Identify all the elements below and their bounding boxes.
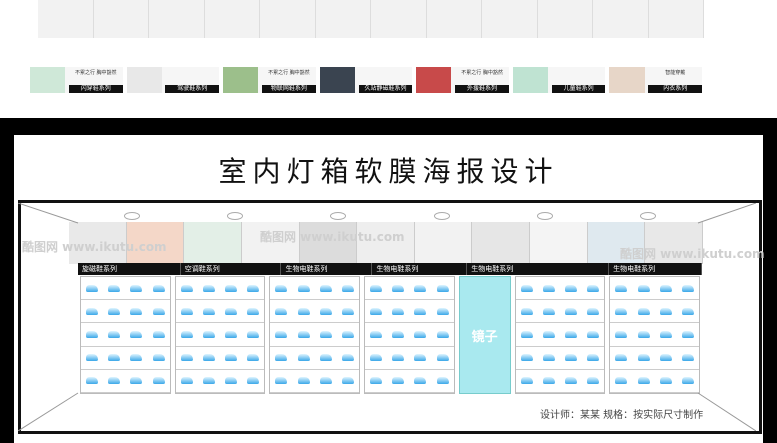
series-slogan: 不累之行 胸中豁然 xyxy=(268,70,310,76)
product-tile xyxy=(204,0,260,38)
product-tile xyxy=(149,0,205,38)
product-tile xyxy=(648,0,704,38)
series-caption: 儿童鞋系列 xyxy=(551,85,606,93)
footer-note: 设计师：某某 规格：按实际尺寸制作 xyxy=(540,410,704,421)
product-tile xyxy=(537,0,593,38)
product-tile xyxy=(426,0,482,38)
product-tile xyxy=(38,0,94,38)
series-caption: 内衣系列 xyxy=(648,85,703,93)
watermark: 酷图网 www.ikutu.com xyxy=(22,240,167,254)
series-tile: 不累之行 胸中豁然 闪穿鞋系列 xyxy=(30,67,123,93)
product-tile xyxy=(260,0,316,38)
top-product-strip xyxy=(38,0,704,38)
series-caption: 外援鞋系列 xyxy=(455,85,509,93)
series-tile: 儿童鞋系列 xyxy=(512,67,606,93)
series-tile: 驾驶鞋系列 xyxy=(126,67,220,93)
series-tile: 不累之行 胸中豁然 外援鞋系列 xyxy=(416,67,509,93)
series-slogan: 不累之行 胸中豁然 xyxy=(74,70,117,76)
series-tile: 久站静磁鞋系列 xyxy=(319,67,413,93)
product-tile xyxy=(371,0,427,38)
series-strip: 不累之行 胸中豁然 闪穿鞋系列 驾驶鞋系列 不累之行 胸中豁然 物联网鞋系列 久站静… xyxy=(30,67,703,93)
series-slogan: 不累之行 胸中豁然 xyxy=(461,70,503,76)
series-caption: 驾驶鞋系列 xyxy=(165,85,220,93)
series-tile: 智能穿戴 内衣系列 xyxy=(609,67,703,93)
series-tile: 不累之行 胸中豁然 物联网鞋系列 xyxy=(223,67,316,93)
page-title: 室内灯箱软膜海报设计 xyxy=(218,155,559,188)
watermark: 酷图网 www.ikutu.com xyxy=(260,230,405,244)
watermark: 酷图网 www.ikutu.com xyxy=(620,247,765,261)
product-tile xyxy=(482,0,538,38)
product-tile xyxy=(593,0,649,38)
series-slogan: 智能穿戴 xyxy=(665,70,686,76)
series-caption: 闪穿鞋系列 xyxy=(68,85,123,93)
series-caption: 物联网鞋系列 xyxy=(262,85,316,93)
product-tile xyxy=(315,0,371,38)
series-caption: 久站静磁鞋系列 xyxy=(358,85,413,93)
product-tile xyxy=(93,0,149,38)
